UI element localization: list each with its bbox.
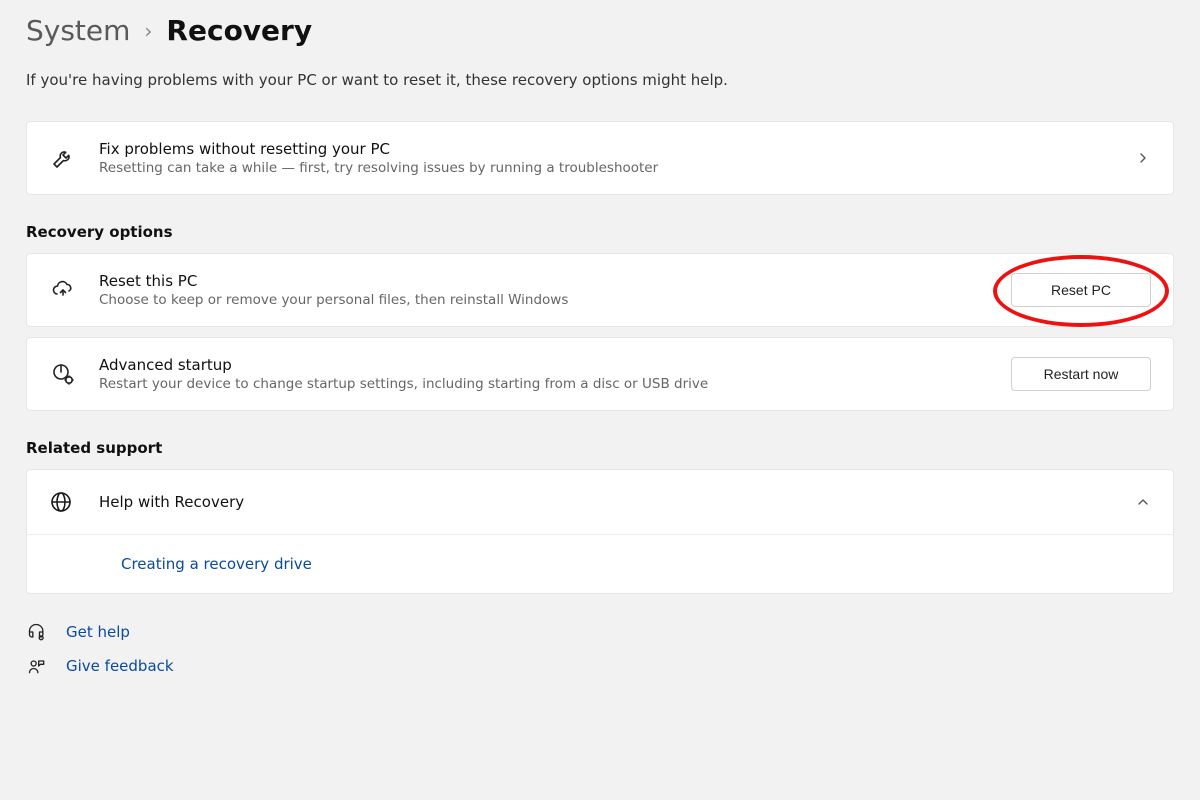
card-title: Reset this PC bbox=[99, 272, 989, 290]
cloud-reset-icon bbox=[49, 278, 77, 302]
help-icon: ? bbox=[26, 622, 48, 642]
card-advanced-startup: Advanced startup Restart your device to … bbox=[26, 337, 1174, 411]
footer-link-label: Give feedback bbox=[66, 657, 174, 675]
panel-title: Help with Recovery bbox=[99, 493, 1113, 511]
link-creating-recovery-drive[interactable]: Creating a recovery drive bbox=[121, 555, 312, 573]
wrench-icon bbox=[49, 146, 77, 170]
card-fix-problems[interactable]: Fix problems without resetting your PC R… bbox=[26, 121, 1174, 195]
breadcrumb: System › Recovery bbox=[26, 14, 1174, 47]
chevron-right-icon: › bbox=[144, 19, 152, 43]
panel-help-with-recovery: Help with Recovery Creating a recovery d… bbox=[26, 469, 1174, 594]
card-subtitle: Resetting can take a while — first, try … bbox=[99, 160, 1113, 176]
power-gear-icon bbox=[49, 362, 77, 386]
footer-get-help[interactable]: ? Get help bbox=[26, 622, 1174, 642]
feedback-icon bbox=[26, 656, 48, 676]
globe-icon bbox=[49, 490, 77, 514]
footer-link-label: Get help bbox=[66, 623, 130, 641]
chevron-up-icon bbox=[1135, 494, 1151, 510]
section-related-support: Related support bbox=[26, 439, 1174, 457]
footer-give-feedback[interactable]: Give feedback bbox=[26, 656, 1174, 676]
card-reset-this-pc: Reset this PC Choose to keep or remove y… bbox=[26, 253, 1174, 327]
reset-pc-button[interactable]: Reset PC bbox=[1011, 273, 1151, 307]
card-title: Fix problems without resetting your PC bbox=[99, 140, 1113, 158]
page-title: Recovery bbox=[166, 14, 312, 47]
chevron-right-icon bbox=[1135, 150, 1151, 166]
card-subtitle: Choose to keep or remove your personal f… bbox=[99, 292, 989, 308]
card-subtitle: Restart your device to change startup se… bbox=[99, 376, 989, 392]
panel-header[interactable]: Help with Recovery bbox=[27, 470, 1173, 534]
intro-text: If you're having problems with your PC o… bbox=[26, 71, 1174, 89]
restart-now-button[interactable]: Restart now bbox=[1011, 357, 1151, 391]
card-title: Advanced startup bbox=[99, 356, 989, 374]
section-recovery-options: Recovery options bbox=[26, 223, 1174, 241]
breadcrumb-parent[interactable]: System bbox=[26, 14, 130, 47]
